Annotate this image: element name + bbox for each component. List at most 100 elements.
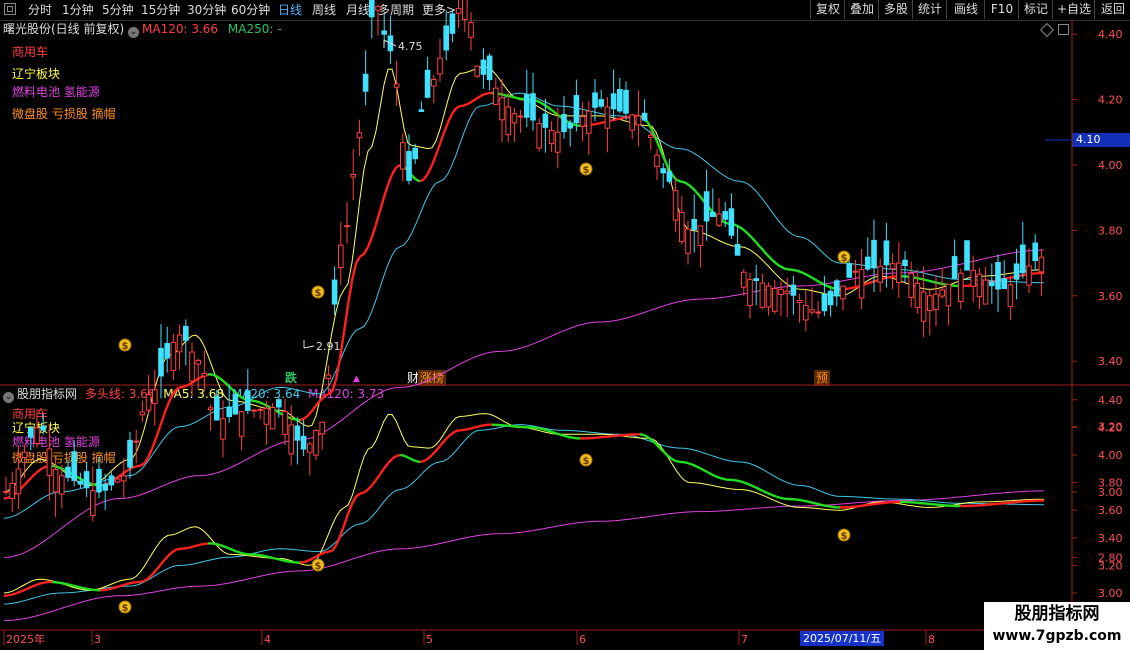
period-tab-daily[interactable]: 日线: [278, 2, 302, 18]
back-button[interactable]: 返回: [1094, 0, 1130, 19]
trend-line-segment: [199, 374, 205, 379]
indicator-duotou-segment: [471, 425, 477, 430]
trend-line-segment: [803, 272, 809, 277]
candle-body: [3, 490, 9, 493]
trend-line-segment: [287, 416, 293, 420]
trend-line-segment: [847, 286, 853, 290]
maximize-icon[interactable]: [1058, 24, 1069, 35]
add-watchlist-button[interactable]: +自选: [1052, 0, 1095, 19]
trend-line-segment: [991, 279, 997, 283]
trend-line-segment: [338, 331, 346, 359]
candle-body: [542, 113, 549, 128]
period-tab-monthly[interactable]: 月线: [346, 2, 370, 18]
candle-body: [1020, 244, 1026, 274]
indicator-duotou-segment: [739, 480, 745, 484]
money-bag-icon: [118, 338, 132, 352]
event-label-forecast[interactable]: 预: [814, 370, 831, 386]
candle-body: [294, 425, 301, 441]
chevron-down-icon[interactable]: ⌄: [3, 392, 14, 403]
candle-body: [15, 468, 22, 495]
chevron-down-icon[interactable]: ⌄: [128, 27, 139, 38]
period-tab-15min[interactable]: 15分钟: [141, 2, 180, 18]
multi-stock-button[interactable]: 多股: [878, 0, 913, 19]
draw-line-button[interactable]: 画线: [946, 0, 985, 19]
indicator-ma120-line: [3, 490, 1044, 622]
candle-body: [195, 360, 201, 365]
money-bag-icon: [837, 528, 851, 542]
candle-body: [765, 285, 772, 308]
indicator-duotou-segment: [239, 551, 245, 555]
trend-line-segment: [150, 437, 158, 450]
trend-line-segment: [915, 276, 921, 280]
indicator-duotou-segment: [367, 484, 373, 491]
period-tab-timeshare[interactable]: 分时: [28, 2, 52, 18]
trend-line-segment: [743, 229, 749, 235]
period-tab-1min[interactable]: 1分钟: [62, 2, 94, 18]
indicator-duotou-segment: [859, 504, 865, 508]
indicator-y-tick-label: 3.40: [1098, 532, 1123, 545]
diamond-icon[interactable]: [1039, 22, 1055, 38]
period-tab-5min[interactable]: 5分钟: [102, 2, 134, 18]
trend-line-segment: [3, 496, 9, 500]
trend-line-segment: [811, 276, 817, 282]
indicator-duotou-segment: [103, 588, 109, 592]
trend-line-segment: [711, 210, 717, 217]
candle-body: [331, 279, 338, 305]
f10-button[interactable]: F10: [984, 0, 1019, 19]
trend-line-segment: [451, 107, 457, 115]
trend-line-segment: [599, 121, 605, 125]
indicator-duotou-segment: [539, 427, 545, 431]
indicator-duotou-segment: [723, 477, 729, 481]
event-label-fall[interactable]: 跌: [285, 370, 297, 386]
overlay-button[interactable]: 叠加: [844, 0, 879, 19]
indicator-duotou-segment: [803, 499, 809, 503]
trend-line-segment: [135, 464, 141, 468]
window-menu-icon[interactable]: [4, 3, 16, 15]
trend-line-segment: [658, 148, 666, 159]
candle-body: [908, 272, 915, 298]
candle-body: [734, 243, 741, 256]
indicator-duotou-segment: [31, 583, 37, 588]
period-tab-weekly[interactable]: 周线: [312, 2, 336, 18]
indicator-duotou-segment: [403, 454, 409, 459]
indicator-duotou-segment: [675, 459, 681, 464]
period-tab-30min[interactable]: 30分钟: [187, 2, 226, 18]
indicator-duotou-segment: [483, 423, 489, 427]
trend-line-segment: [679, 180, 685, 184]
trend-line-segment: [103, 482, 109, 487]
indicator-duotou-segment: [567, 435, 573, 439]
trend-line-segment: [654, 138, 662, 150]
trend-line-segment: [434, 143, 442, 156]
indicator-duotou-segment: [71, 584, 77, 588]
candle-body: [90, 490, 96, 516]
event-label-limit-up-list[interactable]: 涨榜: [418, 370, 447, 386]
adjust-button[interactable]: 复权: [810, 0, 845, 19]
candle-body: [982, 279, 989, 305]
indicator-duotou-segment: [311, 555, 317, 560]
indicator-duotou-segment: [535, 426, 541, 430]
money-bag-icon: [837, 250, 851, 264]
candle-body: [424, 69, 431, 98]
trend-line-segment: [426, 164, 434, 175]
candle-body: [1026, 265, 1032, 286]
candle-body: [586, 110, 592, 134]
candle-body: [164, 342, 170, 359]
sector-tag-microcap: 微盘股 亏损股 摘帽: [12, 107, 116, 121]
period-tab-60min[interactable]: 60分钟: [231, 2, 270, 18]
indicator-y-tick-label: 4.20: [1098, 421, 1123, 434]
indicator-duotou-segment: [315, 553, 321, 558]
event-label-up-arrow[interactable]: ▲: [353, 371, 360, 387]
period-tab-multi[interactable]: 多周期: [378, 2, 414, 18]
trend-line-segment: [650, 129, 658, 140]
candle-body: [121, 475, 127, 482]
trend-line-segment: [671, 173, 677, 181]
money-bag-icon-glyph: $: [122, 603, 129, 614]
trend-line-segment: [386, 174, 394, 186]
indicator-duotou-segment: [651, 439, 657, 445]
candle-body: [722, 211, 729, 220]
statistics-button[interactable]: 统计: [912, 0, 947, 19]
mark-button[interactable]: 标记: [1018, 0, 1053, 19]
indicator-duotou-segment: [259, 554, 265, 558]
period-tab-more[interactable]: 更多>: [422, 2, 456, 18]
trend-line-segment: [1023, 273, 1029, 277]
